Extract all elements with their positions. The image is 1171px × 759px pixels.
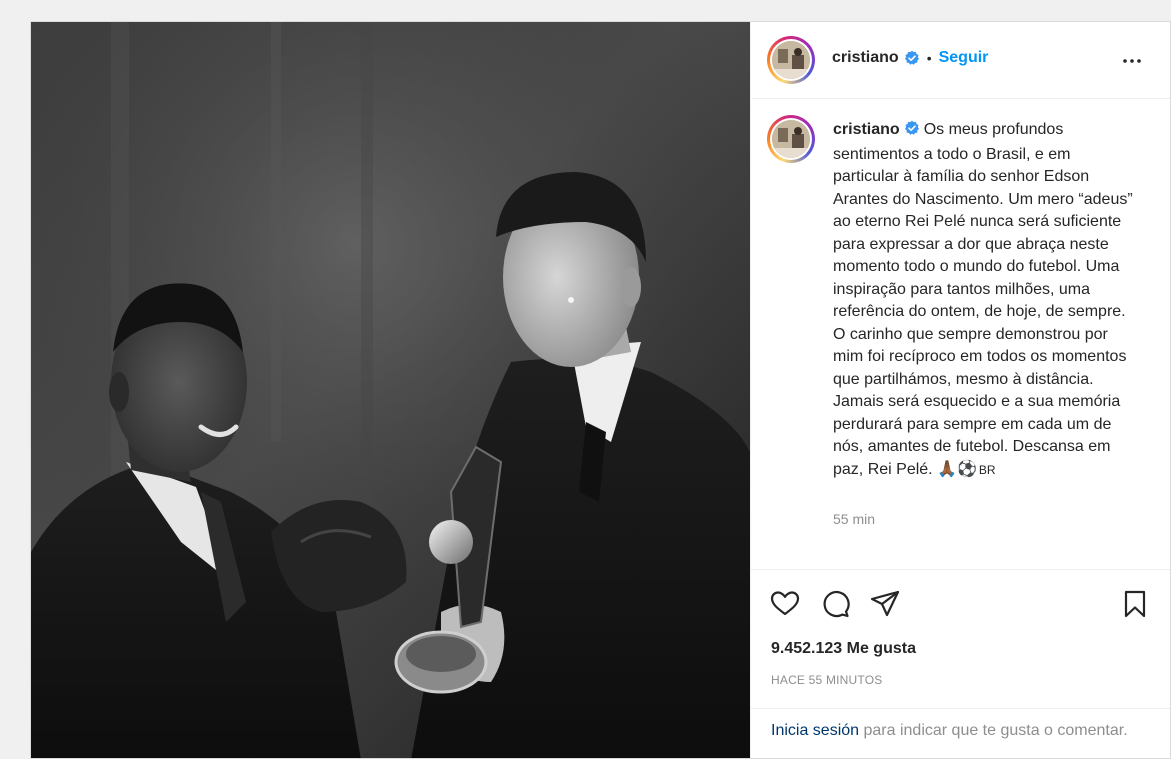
brazil-flag-text: BR <box>978 462 996 477</box>
login-prompt: Inicia sesión para indicar que te gusta … <box>751 708 1170 743</box>
caption-avatar[interactable] <box>767 115 815 163</box>
post-header: cristiano • Seguir <box>751 22 1170 99</box>
more-options-icon[interactable] <box>1120 49 1144 73</box>
caption-avatar-image <box>772 120 810 158</box>
caption-verified-badge-icon <box>904 120 920 144</box>
login-link[interactable]: Inicia sesión <box>771 722 859 739</box>
follow-button[interactable]: Seguir <box>939 49 989 67</box>
post-timestamp[interactable]: HACE 55 MINUTOS <box>771 673 882 687</box>
comment-icon[interactable] <box>819 588 851 620</box>
post-modal: cristiano • Seguir cristiano Os meus pro… <box>30 21 1171 759</box>
caption-timestamp: 55 min <box>833 511 876 527</box>
paper-plane-icon[interactable] <box>869 588 901 620</box>
separator-dot: • <box>926 50 932 66</box>
avatar-image <box>772 41 810 79</box>
verified-badge-icon <box>904 49 920 67</box>
caption-body: Os meus profundos sentimentos a todo o B… <box>833 121 1133 478</box>
post-image <box>31 22 750 758</box>
caption: cristiano Os meus profundos sentimentos a… <box>833 119 1133 481</box>
avatar[interactable] <box>767 36 815 84</box>
post-sidebar: cristiano • Seguir cristiano Os meus pro… <box>750 22 1170 758</box>
actions-section: 9.452.123 Me gusta HACE 55 MINUTOS Inici… <box>751 569 1170 758</box>
login-prompt-text: para indicar que te gusta o comentar. <box>859 722 1128 739</box>
like-count[interactable]: 9.452.123 Me gusta <box>771 640 916 658</box>
post-photo[interactable] <box>31 22 750 758</box>
username-link[interactable]: cristiano <box>832 49 899 67</box>
bookmark-icon[interactable] <box>1119 588 1151 620</box>
header-user-row: cristiano • Seguir <box>832 49 988 67</box>
avatar-ring <box>770 39 812 81</box>
heart-icon[interactable] <box>769 588 801 620</box>
caption-username[interactable]: cristiano <box>833 121 900 138</box>
comments-area[interactable]: cristiano Os meus profundos sentimentos a… <box>751 99 1170 569</box>
caption-avatar-ring <box>770 118 812 160</box>
